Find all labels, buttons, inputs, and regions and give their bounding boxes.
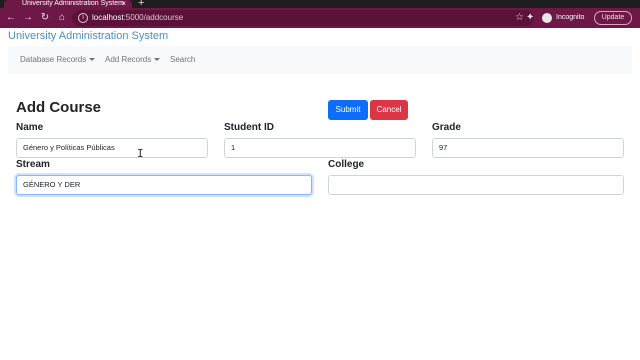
browser-tab[interactable]: University Administration System × [4, 0, 132, 8]
submit-button[interactable]: Submit [328, 100, 368, 120]
update-button[interactable]: Update [594, 11, 632, 25]
tab-close-icon[interactable]: × [121, 0, 126, 8]
address-bar[interactable]: i localhost:5000/addcourse ☆ [72, 10, 534, 26]
incognito-indicator[interactable]: Incognito [542, 11, 584, 25]
nav-search[interactable]: Search [170, 46, 195, 74]
browser-toolbar: ← → ↻ ⌂ i localhost:5000/addcourse ☆ ✦ I… [0, 8, 640, 28]
main-navbar: Database Records Add Records Search [8, 46, 632, 74]
home-icon[interactable]: ⌂ [55, 11, 69, 25]
chevron-down-icon [154, 58, 161, 61]
back-icon[interactable]: ← [4, 11, 18, 25]
url-text: localhost:5000/addcourse [92, 10, 183, 26]
cancel-button[interactable]: Cancel [370, 100, 408, 120]
college-input[interactable] [328, 175, 624, 195]
nav-database-records-label: Database Records [20, 55, 87, 64]
site-brand[interactable]: University Administration System [8, 30, 168, 42]
text-cursor-icon: I [137, 147, 144, 160]
nav-search-label: Search [170, 55, 196, 64]
url-path: :5000/addcourse [123, 13, 184, 22]
college-label: College [328, 159, 365, 170]
name-label: Name [16, 122, 44, 133]
chevron-down-icon [89, 58, 96, 61]
page-title: Add Course [16, 99, 102, 116]
url-host: localhost [92, 13, 124, 22]
forward-icon[interactable]: → [21, 11, 35, 25]
extensions-icon[interactable]: ✦ [526, 11, 534, 25]
reload-icon[interactable]: ↻ [38, 11, 52, 25]
stream-input[interactable]: GÉNERO Y DER [16, 175, 312, 195]
stream-label: Stream [16, 159, 50, 170]
grade-label: Grade [432, 122, 461, 133]
name-input[interactable]: Género y Políticas Públicas [16, 138, 208, 158]
tab-title: University Administration System [22, 0, 124, 7]
browser-tabstrip: University Administration System × + [0, 0, 640, 9]
bookmark-star-icon[interactable]: ☆ [515, 10, 524, 26]
site-info-icon[interactable]: i [78, 13, 88, 23]
incognito-icon [542, 13, 552, 23]
grade-input[interactable]: 97 [432, 138, 624, 158]
nav-database-records[interactable]: Database Records [20, 46, 96, 74]
new-tab-icon[interactable]: + [138, 0, 144, 9]
nav-add-records-label: Add Records [105, 55, 152, 64]
student-id-input[interactable]: 1 [224, 138, 416, 158]
nav-add-records[interactable]: Add Records [105, 46, 161, 74]
student-id-label: Student ID [224, 122, 274, 133]
incognito-label: Incognito [556, 14, 585, 21]
